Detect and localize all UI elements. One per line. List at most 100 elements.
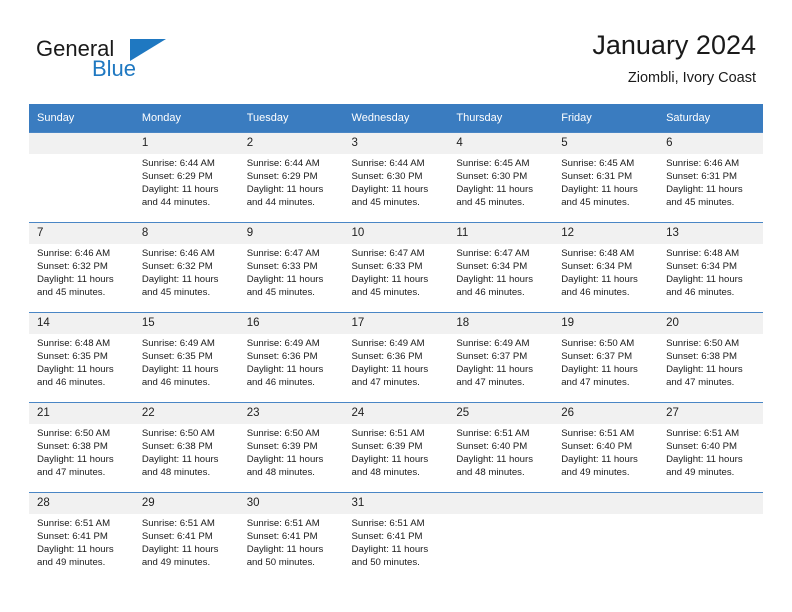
- calendar-week-row: 21 Sunrise: 6:50 AM Sunset: 6:38 PM Dayligh…: [29, 402, 763, 492]
- calendar-day-cell[interactable]: 29 Sunrise: 6:51 AM Sunset: 6:41 PM Dayligh…: [133, 492, 239, 582]
- calendar-cell: 26 Sunrise: 6:51 AM Sunset: 6:40 PM Dayligh…: [553, 402, 659, 492]
- calendar-day-cell[interactable]: 19 Sunrise: 6:50 AM Sunset: 6:37 PM Dayligh…: [553, 312, 659, 402]
- calendar-day-cell[interactable]: 24 Sunrise: 6:51 AM Sunset: 6:39 PM Dayligh…: [343, 402, 449, 492]
- calendar-day-cell[interactable]: 20 Sunrise: 6:50 AM Sunset: 6:38 PM Dayligh…: [658, 312, 763, 402]
- calendar-day-cell[interactable]: 30 Sunrise: 6:51 AM Sunset: 6:41 PM Dayligh…: [238, 492, 344, 582]
- general-blue-logo[interactable]: General Blue: [36, 36, 216, 84]
- calendar-day-cell[interactable]: 26 Sunrise: 6:51 AM Sunset: 6:40 PM Dayligh…: [553, 402, 659, 492]
- day-detail-line: and 48 minutes.: [141, 467, 211, 479]
- day-number: 20: [658, 313, 763, 334]
- calendar-day-cell[interactable]: 25 Sunrise: 6:51 AM Sunset: 6:40 PM Dayligh…: [448, 402, 554, 492]
- calendar-day-cell[interactable]: 1 Sunrise: 6:44 AM Sunset: 6:29 PM Daylight…: [133, 132, 239, 222]
- logo-text-blue: Blue: [92, 56, 137, 81]
- day-detail-line: and 49 minutes.: [561, 467, 630, 479]
- day-detail-line: Daylight: 11 hours: [246, 544, 324, 556]
- day-detail-line: Daylight: 11 hours: [456, 454, 533, 466]
- calendar-day-cell[interactable]: 6 Sunrise: 6:46 AM Sunset: 6:31 PM Daylight…: [658, 132, 763, 222]
- calendar-day-cell[interactable]: 5 Sunrise: 6:45 AM Sunset: 6:31 PM Daylight…: [553, 132, 659, 222]
- day-detail-line: Sunset: 6:39 PM: [351, 441, 423, 453]
- calendar-day-cell[interactable]: 2 Sunrise: 6:44 AM Sunset: 6:29 PM Daylight…: [238, 132, 344, 222]
- day-number: 13: [658, 223, 763, 244]
- day-details: Sunrise: 6:50 AM Sunset: 6:38 PM Daylight:…: [134, 424, 239, 479]
- day-detail-line: Sunrise: 6:50 AM: [141, 428, 215, 439]
- day-details: Sunrise: 6:51 AM Sunset: 6:41 PM Daylight:…: [344, 514, 449, 569]
- day-details: Sunrise: 6:51 AM Sunset: 6:40 PM Daylight:…: [448, 424, 553, 479]
- day-detail-line: and 50 minutes.: [246, 557, 315, 569]
- calendar-day-cell[interactable]: 10 Sunrise: 6:47 AM Sunset: 6:33 PM Dayligh…: [343, 222, 449, 312]
- page-header: General Blue January 2024 Ziombli, Ivory…: [0, 0, 792, 95]
- day-detail-line: Sunset: 6:34 PM: [561, 261, 633, 273]
- calendar-cell: 18 Sunrise: 6:49 AM Sunset: 6:37 PM Dayligh…: [448, 312, 554, 402]
- day-detail-line: Sunset: 6:29 PM: [141, 171, 213, 183]
- calendar-day-cell[interactable]: 9 Sunrise: 6:47 AM Sunset: 6:33 PM Daylight…: [238, 222, 344, 312]
- calendar-day-cell[interactable]: 16 Sunrise: 6:49 AM Sunset: 6:36 PM Dayligh…: [238, 312, 344, 402]
- day-detail-line: Daylight: 11 hours: [351, 454, 429, 466]
- calendar-cell: 10 Sunrise: 6:47 AM Sunset: 6:33 PM Dayligh…: [343, 222, 449, 312]
- calendar-day-cell[interactable]: 15 Sunrise: 6:49 AM Sunset: 6:35 PM Dayligh…: [133, 312, 239, 402]
- calendar-cell: 15 Sunrise: 6:49 AM Sunset: 6:35 PM Dayligh…: [133, 312, 239, 402]
- calendar-day-cell[interactable]: 18 Sunrise: 6:49 AM Sunset: 6:37 PM Dayligh…: [448, 312, 554, 402]
- calendar-day-cell[interactable]: 8 Sunrise: 6:46 AM Sunset: 6:32 PM Daylight…: [133, 222, 239, 312]
- day-detail-line: Sunset: 6:31 PM: [561, 171, 633, 183]
- calendar-day-cell[interactable]: 28 Sunrise: 6:51 AM Sunset: 6:41 PM Dayligh…: [29, 492, 134, 582]
- day-number: 14: [29, 313, 134, 334]
- day-detail-line: Sunrise: 6:51 AM: [666, 428, 740, 439]
- calendar-day-cell[interactable]: 17 Sunrise: 6:49 AM Sunset: 6:36 PM Dayligh…: [343, 312, 449, 402]
- day-detail-line: Daylight: 11 hours: [246, 454, 324, 466]
- day-details: Sunrise: 6:49 AM Sunset: 6:36 PM Daylight:…: [239, 334, 344, 389]
- day-details: Sunrise: 6:51 AM Sunset: 6:41 PM Daylight:…: [239, 514, 344, 569]
- calendar-day-cell[interactable]: 7 Sunrise: 6:46 AM Sunset: 6:32 PM Daylight…: [29, 222, 134, 312]
- calendar-day-cell[interactable]: 13 Sunrise: 6:48 AM Sunset: 6:34 PM Dayligh…: [658, 222, 763, 312]
- calendar-day-cell[interactable]: 23 Sunrise: 6:50 AM Sunset: 6:39 PM Dayligh…: [238, 402, 344, 492]
- calendar-body: 1 Sunrise: 6:44 AM Sunset: 6:29 PM Daylight…: [29, 132, 763, 582]
- day-detail-line: and 47 minutes.: [351, 377, 420, 389]
- day-detail-line: Sunrise: 6:44 AM: [351, 158, 425, 169]
- calendar-day-cell[interactable]: 27 Sunrise: 6:51 AM Sunset: 6:40 PM Dayligh…: [658, 402, 763, 492]
- day-detail-line: Sunrise: 6:50 AM: [666, 338, 740, 349]
- day-number: [553, 493, 659, 514]
- day-number: 24: [343, 403, 449, 424]
- calendar-day-cell[interactable]: 3 Sunrise: 6:44 AM Sunset: 6:30 PM Daylight…: [343, 132, 449, 222]
- day-details: Sunrise: 6:46 AM Sunset: 6:32 PM Daylight:…: [29, 244, 134, 299]
- calendar-table: Sunday Monday Tuesday Wednesday Thursday Frid…: [29, 104, 763, 582]
- day-detail-line: Daylight: 11 hours: [37, 544, 114, 556]
- day-detail-line: Sunrise: 6:44 AM: [246, 158, 320, 169]
- day-number: 17: [343, 313, 449, 334]
- day-details: Sunrise: 6:45 AM Sunset: 6:31 PM Daylight:…: [553, 154, 658, 209]
- day-details: Sunrise: 6:47 AM Sunset: 6:34 PM Daylight:…: [448, 244, 553, 299]
- day-number: 19: [553, 313, 659, 334]
- calendar-cell: 31 Sunrise: 6:51 AM Sunset: 6:41 PM Dayligh…: [343, 492, 449, 582]
- day-detail-line: and 45 minutes.: [456, 197, 525, 209]
- day-detail-line: Sunrise: 6:49 AM: [141, 338, 215, 349]
- day-detail-line: and 46 minutes.: [561, 287, 630, 299]
- calendar-cell: 25 Sunrise: 6:51 AM Sunset: 6:40 PM Dayligh…: [448, 402, 554, 492]
- calendar-day-cell[interactable]: 4 Sunrise: 6:45 AM Sunset: 6:30 PM Daylight…: [448, 132, 554, 222]
- calendar-day-cell[interactable]: 11 Sunrise: 6:47 AM Sunset: 6:34 PM Dayligh…: [448, 222, 554, 312]
- day-detail-line: and 48 minutes.: [246, 467, 315, 479]
- day-detail-line: Sunrise: 6:51 AM: [141, 518, 215, 529]
- calendar-week-row: 7 Sunrise: 6:46 AM Sunset: 6:32 PM Daylight…: [29, 222, 763, 312]
- day-detail-line: Sunrise: 6:45 AM: [561, 158, 635, 169]
- day-detail-line: and 47 minutes.: [561, 377, 630, 389]
- calendar-day-cell[interactable]: 22 Sunrise: 6:50 AM Sunset: 6:38 PM Dayligh…: [133, 402, 239, 492]
- day-number: 28: [29, 493, 134, 514]
- calendar-cell: 12 Sunrise: 6:48 AM Sunset: 6:34 PM Dayligh…: [553, 222, 659, 312]
- day-detail-line: Daylight: 11 hours: [246, 184, 324, 196]
- calendar-day-cell[interactable]: 12 Sunrise: 6:48 AM Sunset: 6:34 PM Dayligh…: [553, 222, 659, 312]
- calendar-cell: [448, 492, 554, 582]
- day-detail-line: Daylight: 11 hours: [666, 364, 743, 376]
- calendar-day-cell[interactable]: 31 Sunrise: 6:51 AM Sunset: 6:41 PM Dayligh…: [343, 492, 449, 582]
- day-detail-line: Sunset: 6:34 PM: [666, 261, 737, 273]
- day-detail-line: Sunrise: 6:50 AM: [246, 428, 320, 439]
- day-detail-line: and 46 minutes.: [246, 377, 315, 389]
- calendar-day-cell[interactable]: 14 Sunrise: 6:48 AM Sunset: 6:35 PM Dayligh…: [29, 312, 134, 402]
- day-details: Sunrise: 6:47 AM Sunset: 6:33 PM Daylight:…: [344, 244, 449, 299]
- day-detail-line: Sunset: 6:40 PM: [666, 441, 737, 453]
- day-detail-line: Daylight: 11 hours: [246, 274, 324, 286]
- day-detail-line: and 45 minutes.: [561, 197, 630, 209]
- day-number: 23: [238, 403, 344, 424]
- calendar-day-cell[interactable]: 21 Sunrise: 6:50 AM Sunset: 6:38 PM Dayligh…: [29, 402, 134, 492]
- day-number: 11: [448, 223, 554, 244]
- day-detail-line: and 46 minutes.: [666, 287, 735, 299]
- calendar-cell: 6 Sunrise: 6:46 AM Sunset: 6:31 PM Daylight…: [658, 132, 763, 222]
